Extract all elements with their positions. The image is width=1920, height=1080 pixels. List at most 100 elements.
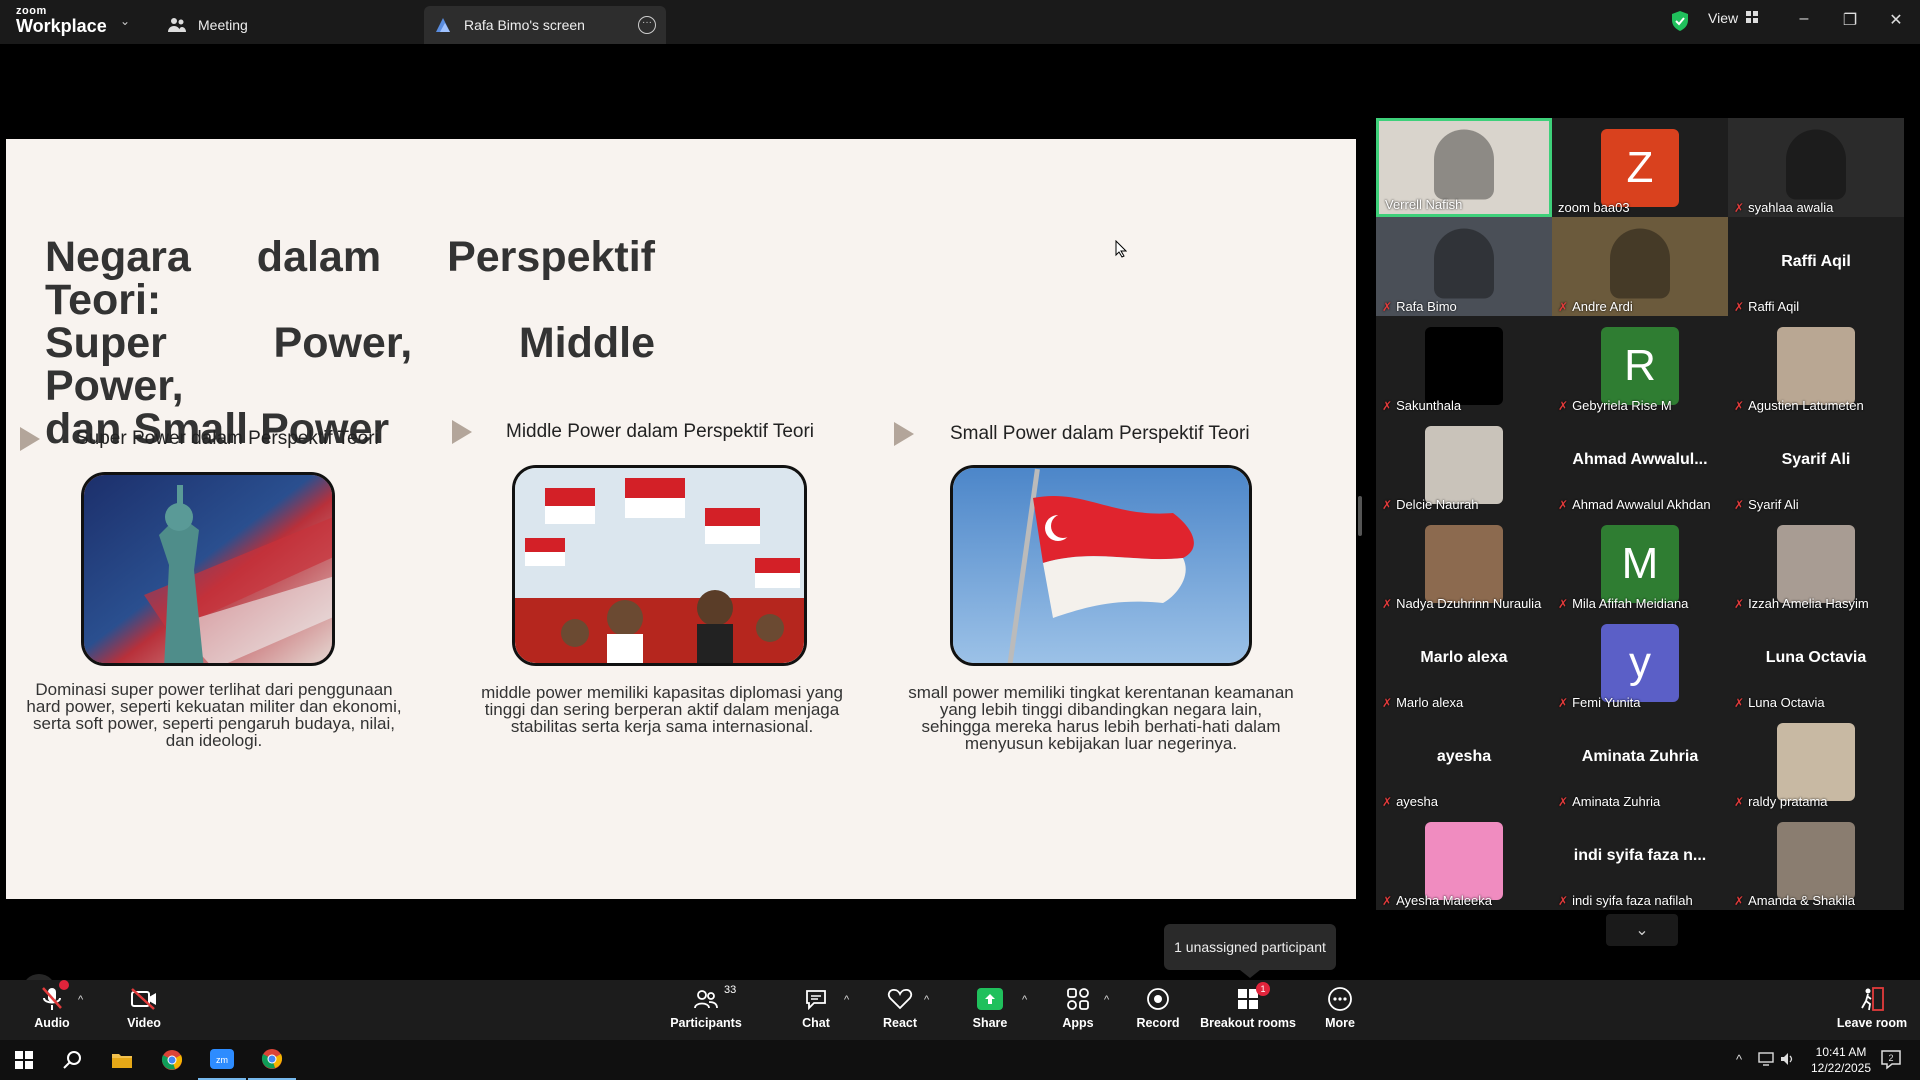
column-text-small-power: small power memiliki tingkat kerentanan … [908, 683, 1294, 753]
react-button[interactable]: React [860, 984, 940, 1030]
participant-name-label: ✗ syahlaa awalia [1734, 200, 1833, 215]
participant-tile[interactable]: Ahmad Awwalul... ✗ Ahmad Awwalul Akhdan [1552, 415, 1728, 514]
close-icon[interactable]: ✕ [1884, 10, 1908, 30]
participant-tile[interactable]: ✗ Andre Ardi [1552, 217, 1728, 316]
small-power-image [950, 465, 1252, 666]
participant-tile[interactable]: Aminata Zuhria ✗ Aminata Zuhria [1552, 712, 1728, 811]
participant-tile[interactable]: ✗ Ayesha Maleeka [1376, 811, 1552, 910]
restore-icon[interactable]: ❐ [1838, 10, 1862, 30]
participant-tile[interactable]: ✗ Sakunthala [1376, 316, 1552, 415]
avatar-letter: y [1601, 623, 1679, 702]
participant-tile[interactable]: Raffi Aqil ✗ Raffi Aqil [1728, 217, 1904, 316]
participant-tile[interactable]: indi syifa faza n... ✗ indi syifa faza naf… [1552, 811, 1728, 910]
audio-label: Audio [34, 1016, 70, 1030]
file-explorer-icon[interactable] [98, 1040, 146, 1080]
participant-display-name: Ahmad Awwalul... [1572, 451, 1708, 468]
volume-icon[interactable] [1780, 1052, 1796, 1069]
participant-video [1434, 129, 1494, 199]
share-button[interactable]: Share [950, 984, 1030, 1030]
panel-resize-handle[interactable] [1358, 496, 1362, 536]
participant-name-label: ✗ Izzah Amelia Hasyim [1734, 596, 1869, 611]
participant-video [1610, 228, 1670, 298]
zoom-taskbar-icon[interactable]: zm [198, 1040, 246, 1080]
share-screen-icon [977, 984, 1003, 1014]
participant-tile[interactable]: ✗ Rafa Bimo [1376, 217, 1552, 316]
windows-start-icon[interactable] [0, 1040, 48, 1080]
zoom-workplace-logo[interactable]: zoom Workplace [16, 6, 107, 36]
participant-tile[interactable]: ✗ Nadya Dzuhrinn Nuraulia [1376, 514, 1552, 613]
participant-tile[interactable]: Verrell Nafish [1376, 118, 1552, 217]
search-icon[interactable] [48, 1040, 96, 1080]
share-options-caret-icon[interactable]: ^ [1022, 994, 1027, 1006]
apps-button[interactable]: Apps [1038, 984, 1118, 1030]
microphone-muted-icon: ✗ [1734, 695, 1745, 710]
participant-tile[interactable]: M ✗ Mila Afifah Meidiana [1552, 514, 1728, 613]
participant-name-label: ✗ Gebyriela Rise M [1558, 398, 1672, 413]
chrome-active-icon[interactable] [248, 1040, 296, 1080]
participant-name-label: ✗ Rafa Bimo [1382, 299, 1457, 314]
more-button[interactable]: More [1300, 984, 1380, 1030]
people-icon [168, 16, 186, 34]
chat-button[interactable]: Chat [776, 984, 856, 1030]
avatar-photo [1777, 722, 1855, 801]
microphone-muted-icon: ✗ [1734, 794, 1745, 809]
video-off-icon [130, 984, 158, 1014]
more-options-icon[interactable]: ··· [638, 16, 656, 34]
view-button[interactable]: View [1708, 10, 1759, 26]
participant-name: syahlaa awalia [1748, 200, 1834, 215]
audio-options-caret-icon[interactable]: ^ [78, 994, 83, 1006]
tray-expand-icon[interactable]: ^ [1736, 1052, 1742, 1067]
record-label: Record [1136, 1016, 1180, 1030]
video-button[interactable]: Video [104, 984, 184, 1030]
participant-tile[interactable]: Zzoom baa03 [1552, 118, 1728, 217]
participant-tile[interactable]: Marlo alexa ✗ Marlo alexa [1376, 613, 1552, 712]
column-heading-small-power: Small Power dalam Perspektif Teori [894, 422, 1250, 446]
chrome-icon[interactable] [148, 1040, 196, 1080]
network-icon[interactable] [1758, 1052, 1774, 1069]
minimize-icon[interactable]: – [1792, 10, 1816, 28]
tab-shared-screen[interactable]: Rafa Bimo's screen ··· [424, 6, 666, 44]
taskbar-clock[interactable]: 10:41 AM 12/22/2025 [1806, 1044, 1876, 1076]
shield-check-icon[interactable] [1670, 10, 1690, 32]
chat-options-caret-icon[interactable]: ^ [844, 994, 849, 1006]
participant-tile[interactable]: ✗ Izzah Amelia Hasyim [1728, 514, 1904, 613]
participant-tile[interactable]: Luna Octavia ✗ Luna Octavia [1728, 613, 1904, 712]
leave-room-button[interactable]: Leave room [1830, 984, 1914, 1030]
participants-button[interactable]: 33 Participants [666, 984, 746, 1030]
participant-tile[interactable]: Syarif Ali ✗ Syarif Ali [1728, 415, 1904, 514]
middle-power-image [512, 465, 807, 666]
participant-tile[interactable]: ✗ Agustien Latumeten [1728, 316, 1904, 415]
participant-tile[interactable]: ayesha ✗ ayesha [1376, 712, 1552, 811]
avatar-letter: M [1601, 524, 1679, 603]
participant-name-label: ✗ raldy pratama [1734, 794, 1828, 809]
participant-name: Sakunthala [1396, 398, 1462, 413]
heart-icon [887, 984, 913, 1014]
triangle-bullet-icon [452, 420, 472, 444]
audio-button[interactable]: Audio [12, 980, 92, 1030]
column-text-super-power: Dominasi super power terlihat dari pengg… [26, 680, 402, 750]
participant-tile[interactable]: R ✗ Gebyriela Rise M [1552, 316, 1728, 415]
react-options-caret-icon[interactable]: ^ [924, 994, 929, 1006]
breakout-rooms-button[interactable]: 1 Breakout rooms [1198, 982, 1298, 1030]
apps-options-caret-icon[interactable]: ^ [1104, 994, 1109, 1006]
participant-tile[interactable]: ✗ syahlaa awalia [1728, 118, 1904, 217]
chevron-down-icon[interactable]: ⌄ [120, 14, 130, 28]
microphone-muted-icon: ✗ [1734, 299, 1745, 314]
microphone-muted-icon: ✗ [1734, 200, 1745, 215]
participant-gallery: Verrell Nafish Zzoom baa03 ✗ syahlaa awalia… [1376, 118, 1920, 918]
participant-name-label: ✗ Marlo alexa [1382, 695, 1463, 710]
avatar-photo [1777, 821, 1855, 900]
participant-tile[interactable]: ✗ Amanda & Shakila [1728, 811, 1904, 910]
apps-icon [1066, 984, 1090, 1014]
participant-tile[interactable]: ✗ raldy pratama [1728, 712, 1904, 811]
participant-tile[interactable]: y ✗ Femi Yunita [1552, 613, 1728, 712]
notification-center-icon[interactable]: 2 [1880, 1048, 1902, 1073]
participant-name-label: ✗ Nadya Dzuhrinn Nuraulia [1382, 596, 1541, 611]
tab-meeting[interactable]: Meeting [168, 6, 418, 44]
microphone-muted-icon: ✗ [1558, 695, 1569, 710]
participant-name-label: ✗ Femi Yunita [1558, 695, 1640, 710]
audio-alert-dot [59, 980, 69, 990]
participant-tile[interactable]: ✗ Delcie Naurah [1376, 415, 1552, 514]
record-button[interactable]: Record [1118, 984, 1198, 1030]
gallery-next-page-icon[interactable]: ⌄ [1606, 914, 1678, 946]
